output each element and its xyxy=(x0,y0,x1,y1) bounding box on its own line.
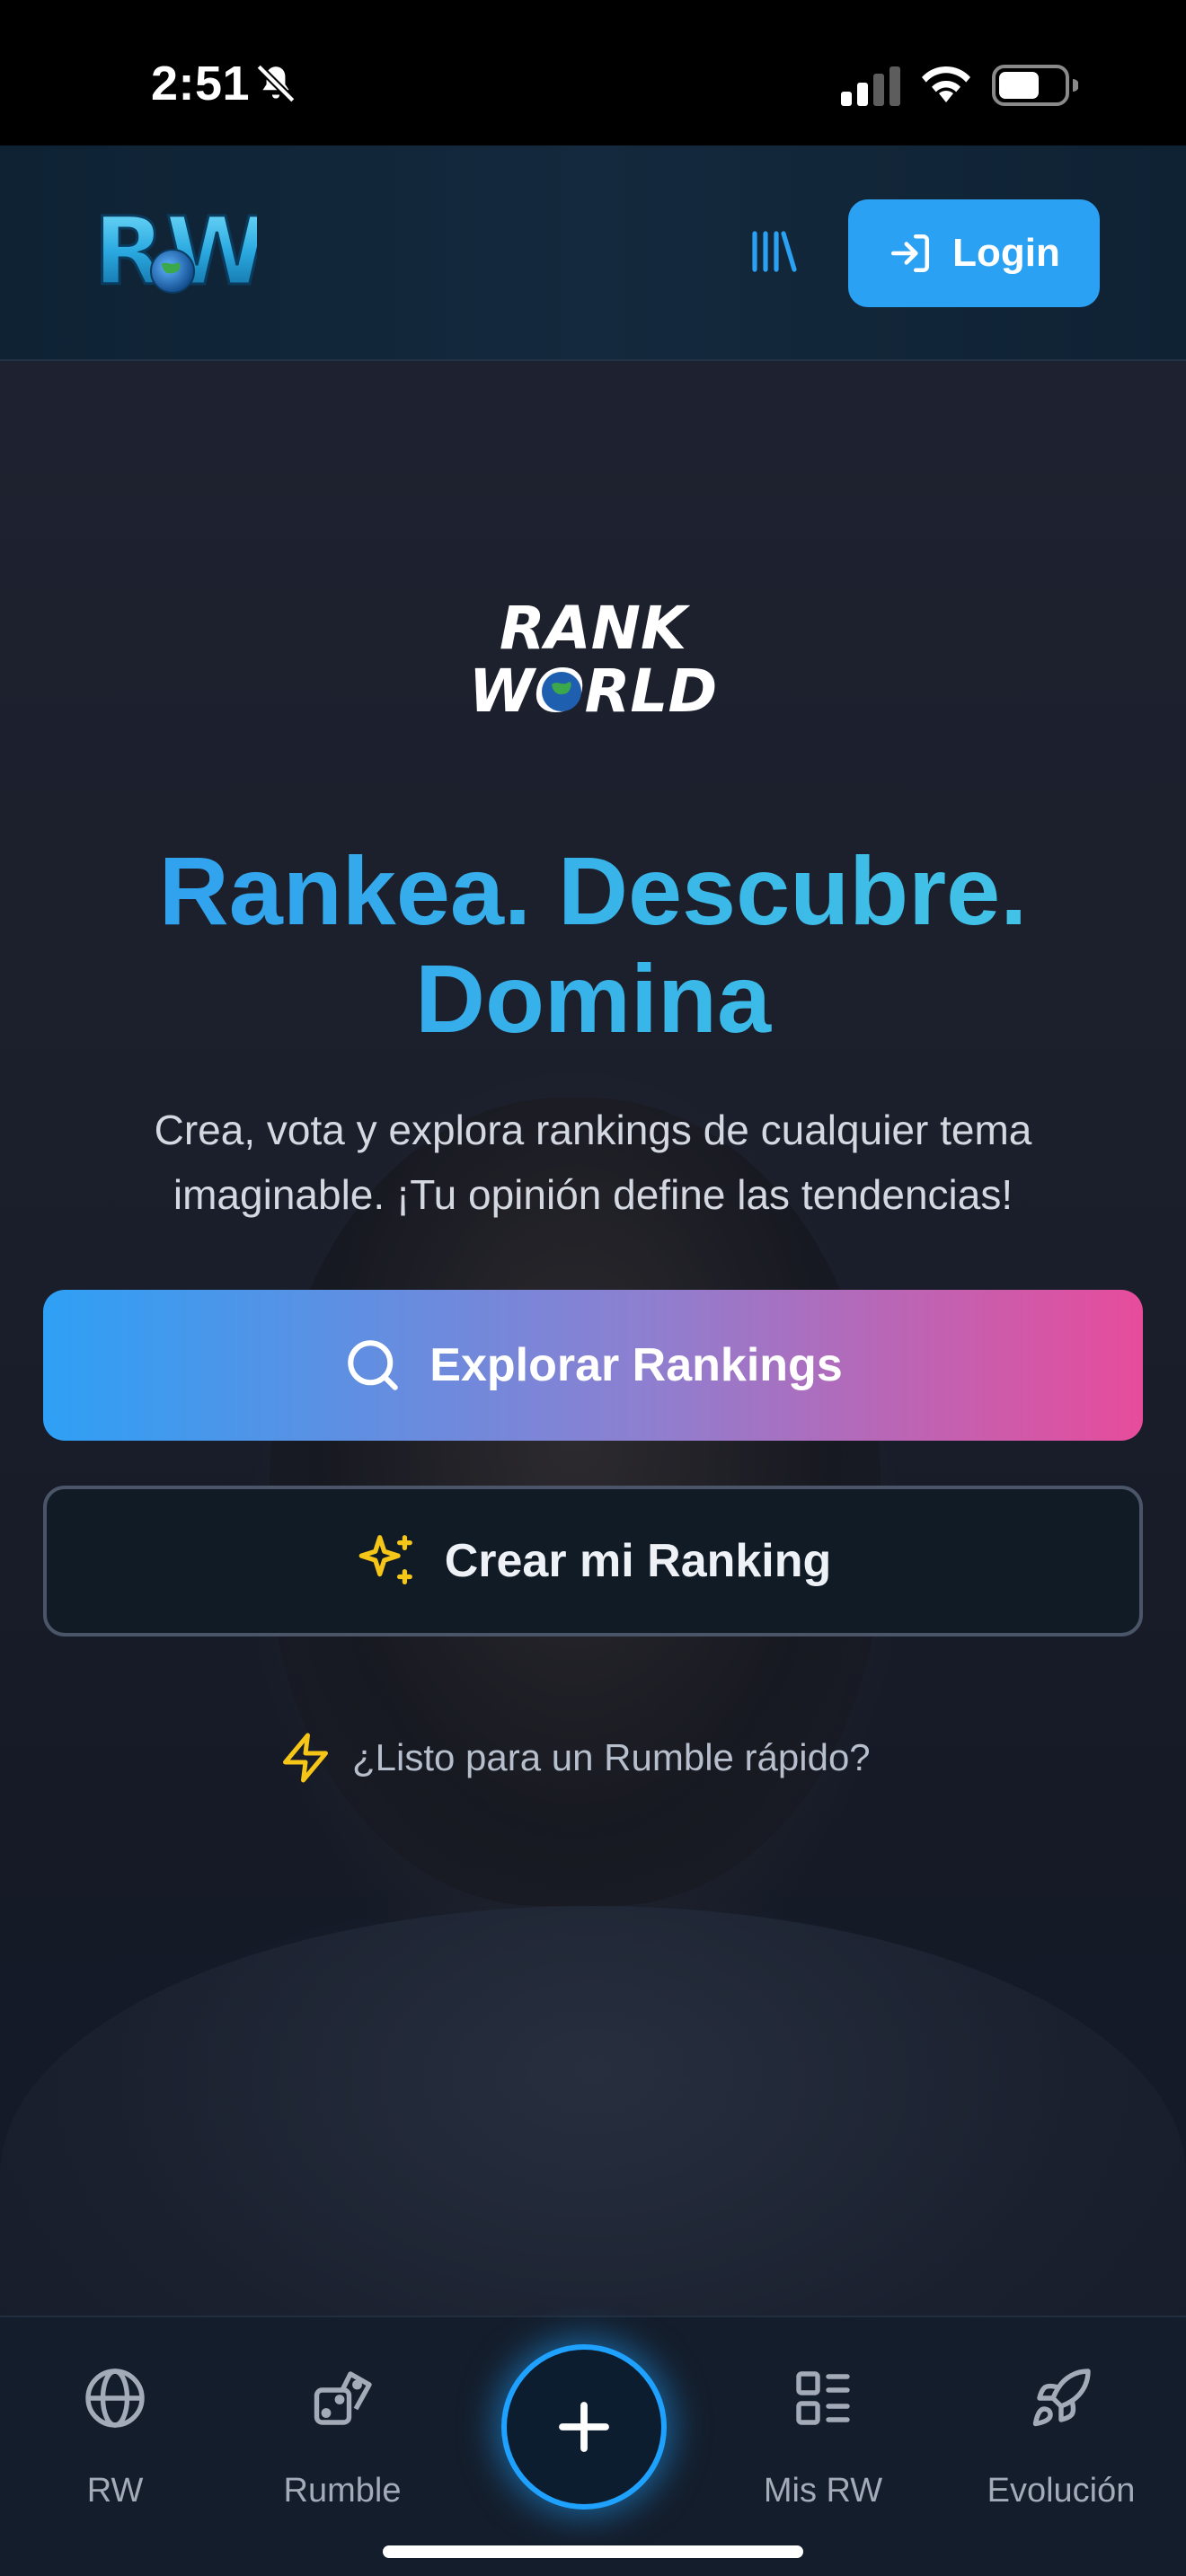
wifi-icon xyxy=(922,66,970,102)
login-label: Login xyxy=(952,231,1060,275)
nav-item-rw[interactable]: RW xyxy=(25,2366,205,2545)
dice-icon xyxy=(314,2371,372,2425)
sparkles-icon xyxy=(358,1535,412,1584)
rank-world-logo: RANK WORLD xyxy=(469,595,718,720)
quick-rumble-link[interactable]: ¿Listo para un Rumble rápido? xyxy=(279,1726,871,1789)
create-ranking-button[interactable]: Crear mi Ranking xyxy=(43,1486,1143,1636)
home-indicator xyxy=(383,2545,803,2558)
search-icon xyxy=(348,1340,399,1390)
globe-icon xyxy=(85,2369,145,2428)
nav-item-rumble[interactable]: Rumble xyxy=(252,2366,432,2545)
login-button[interactable]: Login xyxy=(848,199,1100,307)
nav-label-rumble: Rumble xyxy=(283,2472,402,2510)
status-bar: 2:51 xyxy=(0,0,1186,146)
nav-label-mis-rw: Mis RW xyxy=(763,2472,883,2510)
login-icon xyxy=(891,234,930,273)
app-header: RW Login xyxy=(0,146,1186,361)
hero-title: Rankea. Descubre. Domina xyxy=(54,837,1132,1053)
background-portrait-shoulders xyxy=(0,1906,1186,2316)
lightning-icon xyxy=(283,1733,328,1783)
app-screen: 2:51 Login RANK WORLD Rankea. Descubre. … xyxy=(0,0,1186,2576)
hero-subtitle: Crea, vota y explora rankings de cualqui… xyxy=(154,1107,1032,1218)
create-fab-button[interactable] xyxy=(507,2350,661,2504)
plus-icon xyxy=(559,2402,609,2452)
rw-logo[interactable]: RW xyxy=(90,198,258,302)
status-time: 2:51 xyxy=(151,57,251,110)
nav-item-mis-rw[interactable]: Mis RW xyxy=(733,2366,913,2545)
nav-label-rw: RW xyxy=(86,2472,144,2510)
library-icon[interactable] xyxy=(748,226,798,277)
quick-rumble-label: ¿Listo para un Rumble rápido? xyxy=(352,1736,871,1778)
bell-slash-icon xyxy=(256,64,296,103)
explore-rankings-button[interactable]: Explorar Rankings xyxy=(43,1290,1143,1441)
explore-rankings-label: Explorar Rankings xyxy=(429,1339,843,1391)
bottom-navigation: RW Rumble Mis RW Evolución xyxy=(0,2316,1186,2576)
hero-section: RANK WORLD Rankea. Descubre. Domina Crea… xyxy=(0,361,1186,2316)
rocket-icon xyxy=(1032,2369,1091,2427)
create-ranking-label: Crear mi Ranking xyxy=(444,1535,832,1587)
nav-item-evolucion[interactable]: Evolución xyxy=(971,2366,1151,2545)
svg-text:WORLD: WORLD xyxy=(469,657,718,720)
svg-text:RANK: RANK xyxy=(500,595,691,663)
list-icon xyxy=(796,2371,850,2425)
nav-label-evolucion: Evolución xyxy=(987,2472,1136,2510)
battery-icon xyxy=(992,65,1078,106)
cellular-signal-icon xyxy=(841,66,900,106)
